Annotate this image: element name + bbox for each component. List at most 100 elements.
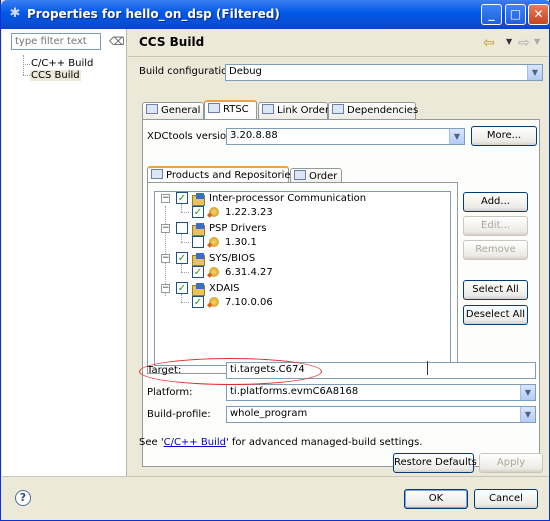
select-all-button[interactable]: Select All	[463, 280, 528, 300]
checkbox-ipc-version[interactable]: ✓	[192, 206, 204, 218]
checkbox-sysbios[interactable]: ✓	[176, 252, 188, 264]
cpp-build-link[interactable]: C/C++ Build	[164, 437, 226, 448]
collapse-toggle-icon[interactable]: −	[161, 224, 170, 233]
tab-label: Dependencies	[347, 105, 419, 116]
sidebar-item-ccs-build[interactable]: CCS Build	[30, 70, 81, 81]
chevron-down-icon[interactable]: ▼	[520, 385, 535, 400]
products-icon	[151, 169, 163, 179]
tree-item-ipc[interactable]: Inter-processor Communication	[209, 192, 366, 206]
tree-item-xdais-version[interactable]: 7.10.0.06	[225, 296, 273, 310]
build-config-select[interactable]: Debug ▼	[225, 64, 543, 81]
back-dropdown-icon[interactable]: ▼	[506, 37, 512, 46]
title-bar[interactable]: ✱ Properties for hello_on_dsp (Filtered)…	[1, 0, 550, 29]
sidebar-item-cpp-build[interactable]: C/C++ Build	[30, 58, 94, 69]
package-icon	[191, 253, 205, 266]
build-profile-value: whole_program	[230, 408, 308, 419]
clear-filter-icon[interactable]: ⌫	[109, 35, 125, 49]
tree-item-psp-version[interactable]: 1.30.1	[225, 236, 257, 250]
apply-button[interactable]: Apply	[479, 453, 543, 473]
remove-button[interactable]: Remove	[463, 240, 528, 260]
build-config-value: Debug	[229, 66, 262, 77]
collapse-toggle-icon[interactable]: −	[161, 254, 170, 263]
dependencies-icon	[332, 104, 344, 114]
products-tree[interactable]: − ✓ Inter-processor Communication ✓ 1.22…	[154, 191, 451, 366]
footer-note: See 'C/C++ Build' for advanced managed-b…	[139, 437, 422, 448]
forward-arrow-icon[interactable]: ⇨	[518, 35, 530, 51]
tab-label: General	[161, 105, 201, 116]
tab-link-order[interactable]: Link Order	[258, 102, 330, 119]
xdctools-label: XDCtools version:	[147, 131, 236, 142]
tab-label: Order	[309, 171, 338, 182]
collapse-toggle-icon[interactable]: −	[161, 284, 170, 293]
checkbox-psp-drivers[interactable]	[176, 222, 188, 234]
tree-connector	[181, 242, 189, 243]
version-icon	[207, 236, 221, 249]
tab-general[interactable]: General	[142, 102, 204, 119]
tree-connector	[23, 55, 24, 75]
filter-input[interactable]	[11, 33, 101, 50]
tree-connector	[181, 212, 189, 213]
tree-connector	[181, 294, 182, 302]
divider	[128, 56, 548, 57]
version-icon	[207, 266, 221, 279]
tab-label: Products and Repositories	[166, 170, 296, 181]
page-title: CCS Build	[139, 35, 205, 49]
page-area: CCS Build ⇦ ▼ ⇨ ▼ Build configuration: D…	[128, 29, 548, 476]
tree-connector	[181, 272, 189, 273]
tree-item-xdais[interactable]: XDAIS	[209, 282, 240, 296]
chevron-down-icon[interactable]: ▼	[449, 129, 464, 144]
close-button[interactable]: ✕	[528, 4, 549, 25]
tab-rtsc[interactable]: RTSC	[204, 100, 257, 119]
chevron-down-icon[interactable]: ▼	[520, 407, 535, 422]
back-arrow-icon[interactable]: ⇦	[483, 35, 495, 51]
tree-connector	[181, 204, 182, 212]
maximize-button[interactable]: □	[505, 4, 526, 25]
dialog-body: ⌫ C/C++ Build CCS Build CCS Build ⇦ ▼ ⇨ …	[2, 29, 548, 520]
tab-dependencies[interactable]: Dependencies	[328, 102, 419, 119]
footer-note-prefix: See '	[139, 437, 164, 448]
platform-select[interactable]: ti.platforms.evmC6A8168 ▼	[226, 384, 536, 401]
tree-item-ipc-version[interactable]: 1.22.3.23	[225, 206, 273, 220]
tree-connector	[23, 75, 30, 76]
minimize-button[interactable]: _	[481, 4, 502, 25]
forward-dropdown-icon[interactable]: ▼	[534, 37, 540, 46]
tree-item-psp-drivers[interactable]: PSP Drivers	[209, 222, 267, 236]
checkbox-ipc[interactable]: ✓	[176, 192, 188, 204]
version-icon	[207, 206, 221, 219]
xdctools-select[interactable]: 3.20.8.88 ▼	[226, 128, 465, 145]
add-button[interactable]: Add...	[463, 192, 528, 212]
checkbox-xdais[interactable]: ✓	[176, 282, 188, 294]
properties-icon: ✱	[9, 6, 21, 21]
general-icon	[146, 104, 158, 114]
footer-note-suffix: ' for advanced managed-build settings.	[225, 437, 423, 448]
text-cursor-icon	[427, 361, 428, 375]
collapse-toggle-icon[interactable]: −	[161, 194, 170, 203]
tree-item-sysbios-version[interactable]: 6.31.4.27	[225, 266, 273, 280]
properties-dialog: ✱ Properties for hello_on_dsp (Filtered)…	[0, 0, 550, 521]
order-icon	[294, 170, 306, 180]
divider	[2, 476, 548, 477]
platform-value: ti.platforms.evmC6A8168	[230, 386, 359, 397]
chevron-down-icon[interactable]: ▼	[527, 65, 542, 80]
deselect-all-button[interactable]: Deselect All	[463, 305, 528, 325]
sidebar: ⌫ C/C++ Build CCS Build	[2, 29, 127, 476]
xdctools-value: 3.20.8.88	[230, 130, 278, 141]
link-order-icon	[262, 104, 274, 114]
help-icon[interactable]: ?	[15, 490, 31, 506]
ok-button[interactable]: OK	[404, 489, 468, 509]
version-icon	[207, 296, 221, 309]
build-profile-select[interactable]: whole_program ▼	[226, 406, 536, 423]
tab-label: RTSC	[223, 104, 249, 115]
window-title: Properties for hello_on_dsp (Filtered)	[27, 7, 280, 21]
restore-defaults-button[interactable]: Restore Defaults	[393, 453, 477, 473]
tree-connector	[181, 302, 189, 303]
checkbox-psp-version[interactable]	[192, 236, 204, 248]
checkbox-sysbios-version[interactable]: ✓	[192, 266, 204, 278]
more-button[interactable]: More...	[471, 126, 537, 146]
tree-item-sysbios[interactable]: SYS/BIOS	[209, 252, 255, 266]
tree-connector	[23, 64, 30, 65]
checkbox-xdais-version[interactable]: ✓	[192, 296, 204, 308]
tab-label: Link Order	[277, 105, 330, 116]
cancel-button[interactable]: Cancel	[474, 489, 538, 509]
edit-button[interactable]: Edit...	[463, 216, 528, 236]
